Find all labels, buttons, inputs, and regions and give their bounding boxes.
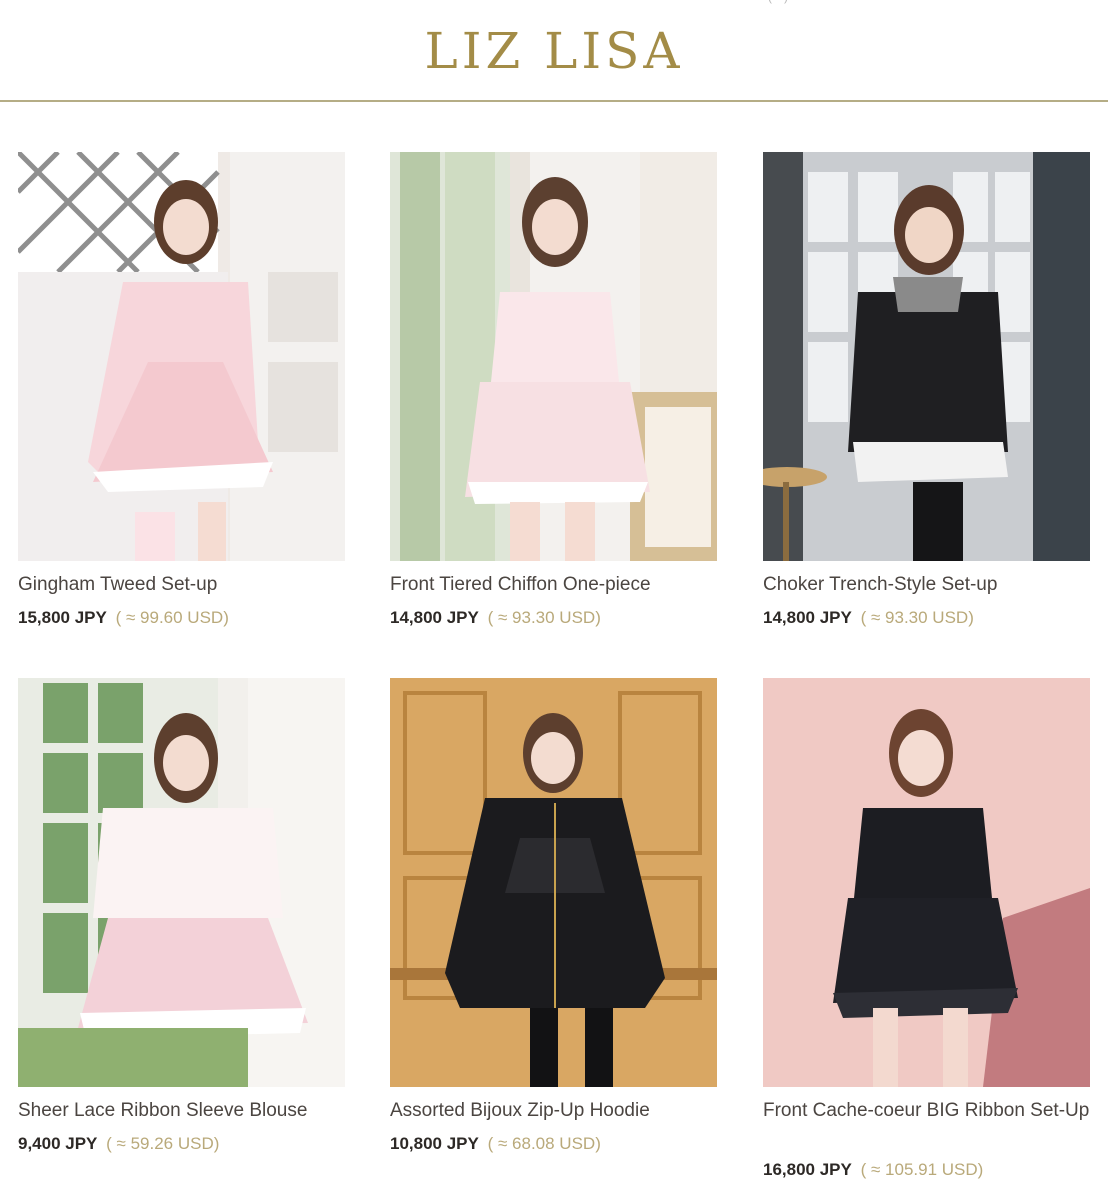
price-jpy: 15,800 JPY xyxy=(18,608,107,627)
price-usd: ( ≈ 68.08 USD) xyxy=(487,1134,601,1153)
product-photo[interactable] xyxy=(763,152,1090,561)
price-usd: ( ≈ 93.30 USD) xyxy=(487,608,601,627)
price-jpy: 10,800 JPY xyxy=(390,1134,479,1153)
price-usd: ( ≈ 99.60 USD) xyxy=(115,608,229,627)
product-photo[interactable] xyxy=(390,678,717,1087)
product-name[interactable]: Choker Trench-Style Set-up xyxy=(763,572,1090,597)
price-jpy: 9,400 JPY xyxy=(18,1134,98,1153)
price-usd: ( ≈ 59.26 USD) xyxy=(106,1134,220,1153)
price-jpy: 14,800 JPY xyxy=(763,608,852,627)
price-usd: ( ≈ 93.30 USD) xyxy=(860,608,974,627)
product-price: 10,800 JPY ( ≈ 68.08 USD) xyxy=(390,1133,601,1155)
product-listing-page: (···) LIZ LISA xyxy=(0,0,1108,1200)
brand-logo[interactable]: LIZ LISA xyxy=(0,22,1108,80)
price-jpy: 16,800 JPY xyxy=(763,1160,852,1179)
product-price: 14,800 JPY ( ≈ 93.30 USD) xyxy=(390,607,601,629)
product-photo[interactable] xyxy=(18,152,345,561)
price-usd: ( ≈ 105.91 USD) xyxy=(860,1160,984,1179)
product-photo[interactable] xyxy=(18,678,345,1087)
product-name[interactable]: Sheer Lace Ribbon Sleeve Blouse xyxy=(18,1098,345,1123)
product-price: 15,800 JPY ( ≈ 99.60 USD) xyxy=(18,607,229,629)
site-header: (···) LIZ LISA xyxy=(0,0,1108,102)
product-price: 9,400 JPY ( ≈ 59.26 USD) xyxy=(18,1133,219,1155)
product-name[interactable]: Front Tiered Chiffon One-piece xyxy=(390,572,717,597)
product-photo[interactable] xyxy=(390,152,717,561)
product-name[interactable]: Assorted Bijoux Zip-Up Hoodie xyxy=(390,1098,717,1123)
product-name[interactable]: Gingham Tweed Set-up xyxy=(18,572,345,597)
top-fragment: (···) xyxy=(768,0,788,4)
price-jpy: 14,800 JPY xyxy=(390,608,479,627)
product-price: 16,800 JPY ( ≈ 105.91 USD) xyxy=(763,1159,983,1181)
product-price: 14,800 JPY ( ≈ 93.30 USD) xyxy=(763,607,974,629)
product-photo[interactable] xyxy=(763,678,1090,1087)
product-name[interactable]: Front Cache-coeur BIG Ribbon Set-Up xyxy=(763,1098,1090,1123)
